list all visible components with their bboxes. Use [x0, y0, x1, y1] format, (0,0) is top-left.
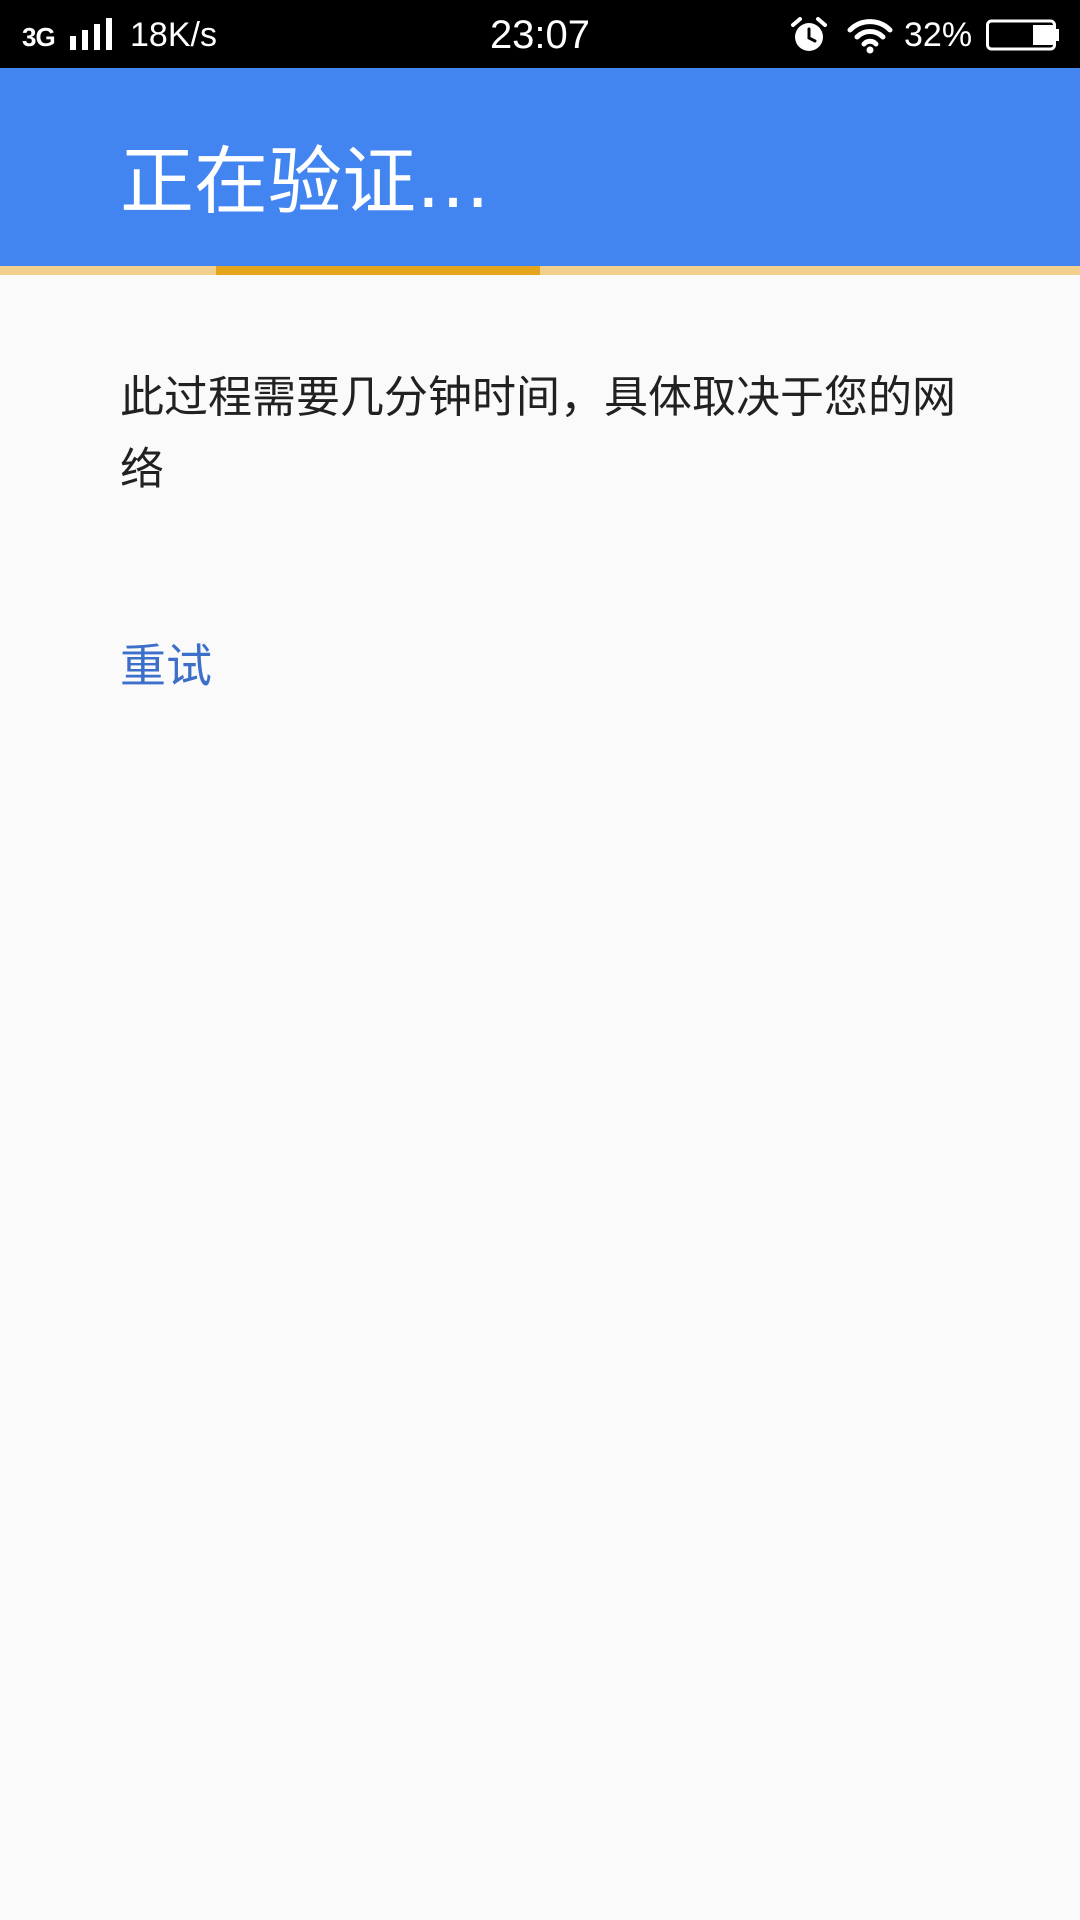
alarm-icon	[791, 17, 827, 51]
retry-button[interactable]: 重试	[120, 630, 212, 696]
battery-percent: 32%	[904, 16, 973, 54]
progress-indicator	[216, 266, 540, 275]
app-bar: 正在验证…	[0, 68, 1080, 266]
page-title: 正在验证…	[120, 139, 490, 225]
verification-message: 此过程需要几分钟时间，具体取决于您的网络	[120, 372, 956, 495]
status-bar: 3G 18K/s 23:07 32%	[0, 0, 1080, 68]
content-area: 此过程需要几分钟时间，具体取决于您的网络	[120, 362, 960, 506]
progress-bar	[0, 266, 1080, 275]
wifi-icon	[847, 19, 893, 54]
battery-icon	[986, 19, 1059, 51]
